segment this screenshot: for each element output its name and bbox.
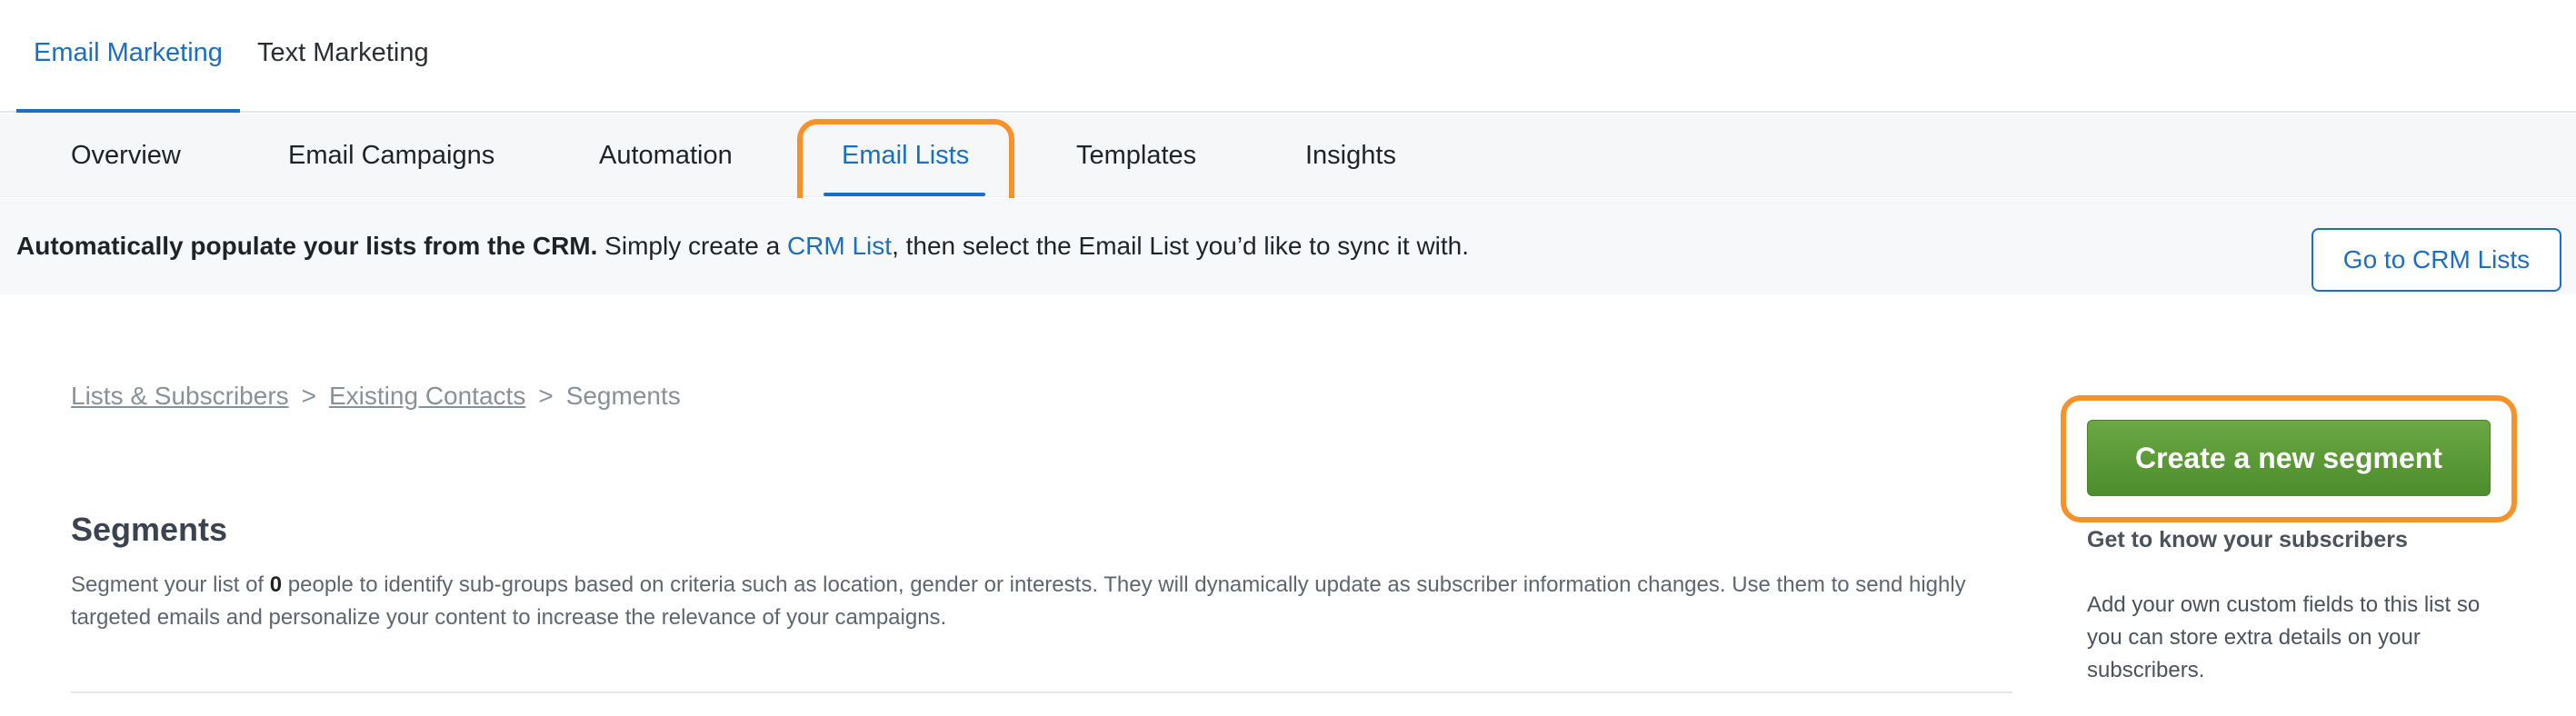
breadcrumb-separator: > [301,382,316,410]
crm-sync-banner: Automatically populate your lists from t… [0,198,2576,294]
sub-navigation: Overview Email Campaigns Automation Emai… [0,114,2576,197]
sidebar-text: Add your own custom fields to this list … [2087,592,2481,682]
subnav-templates[interactable]: Templates [1076,114,1196,197]
breadcrumb-existing-contacts[interactable]: Existing Contacts [329,382,525,410]
subscriber-count: 0 [269,572,283,597]
sidebar-heading: Get to know your subscribers [2087,527,2408,552]
tab-label: Email Marketing [34,38,223,67]
page-title: Segments [71,511,228,548]
subnav-email-campaigns[interactable]: Email Campaigns [288,114,494,197]
subnav-automation[interactable]: Automation [599,114,733,197]
subnav-overview[interactable]: Overview [71,114,181,197]
crm-list-link[interactable]: CRM List [787,232,892,260]
description-text: Segment your list of [71,572,270,597]
tab-email-marketing[interactable]: Email Marketing [16,0,240,113]
subnav-insights[interactable]: Insights [1305,114,1396,197]
tab-text-marketing[interactable]: Text Marketing [257,0,429,113]
top-tabs: Email Marketing Text Marketing [0,0,2576,113]
active-tab-indicator [824,193,985,196]
create-new-segment-button[interactable]: Create a new segment [2087,420,2491,496]
go-to-crm-lists-button[interactable]: Go to CRM Lists [2311,228,2561,292]
banner-text-pre: Simply create a [597,232,787,260]
breadcrumb: Lists & Subscribers > Existing Contacts > Se… [71,382,681,411]
subnav-email-lists[interactable]: Email Lists [842,114,969,197]
banner-text-post: , then select the Email List you’d like … [892,232,1470,260]
tab-label: Text Marketing [257,38,429,67]
description-text: people to identify sub-groups based on c… [71,572,1966,630]
breadcrumb-lists-subscribers[interactable]: Lists & Subscribers [71,382,289,410]
banner-message: Automatically populate your lists from t… [16,214,1469,311]
breadcrumb-separator: > [538,382,554,410]
segments-description: Segment your list of 0 people to identif… [71,569,2025,634]
content-divider [71,691,2012,693]
breadcrumb-current: Segments [565,382,681,410]
banner-bold-text: Automatically populate your lists from t… [16,232,598,260]
